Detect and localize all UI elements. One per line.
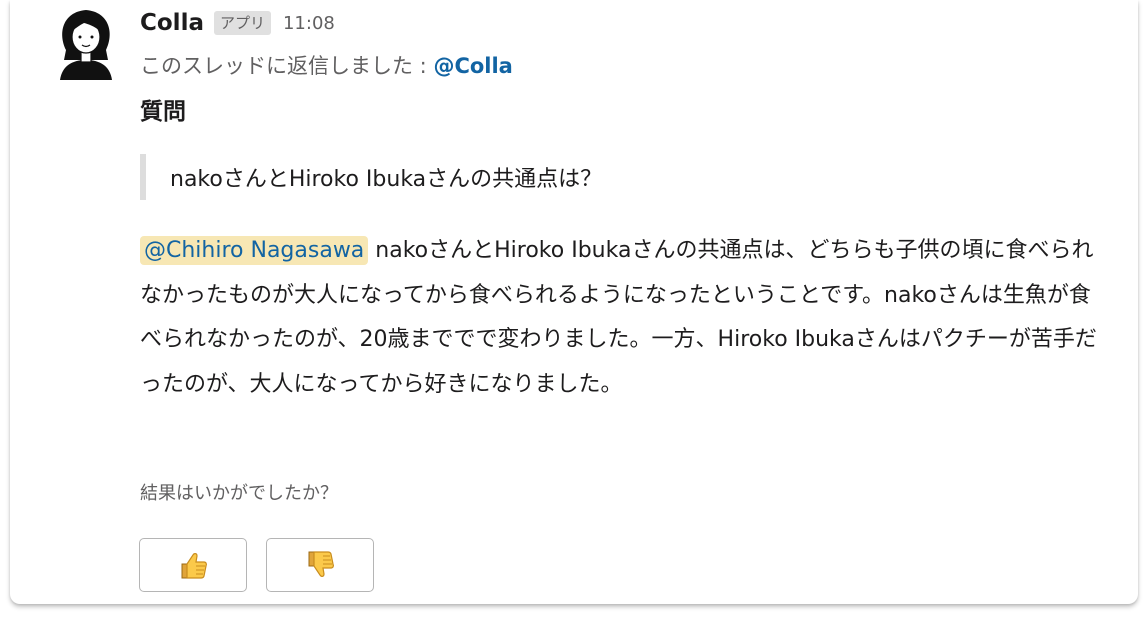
thumbs-down-icon: [308, 551, 334, 577]
thread-reply-text: このスレッドに返信しました :: [140, 54, 434, 78]
answer-text-block: @Chihiro Nagasawa nakoさんとHiroko Ibukaさんの…: [140, 229, 1110, 407]
thumbs-up-icon: [181, 553, 207, 579]
thumbs-down-button[interactable]: [266, 538, 374, 592]
thumbs-up-button[interactable]: [139, 538, 247, 592]
feedback-question: 結果はいかがでしたか？: [140, 483, 338, 504]
question-quote: nakoさんとHiroko Ibukaさんの共通点は？: [140, 154, 602, 200]
thread-reply-mention[interactable]: @Colla: [433, 54, 512, 78]
message-timestamp[interactable]: 11:08: [283, 13, 335, 34]
thread-reply-line: このスレッドに返信しました : @Colla: [140, 50, 513, 80]
avatar-icon[interactable]: [48, 4, 124, 80]
app-badge: アプリ: [213, 11, 271, 35]
quote-text: nakoさんとHiroko Ibukaさんの共通点は？: [170, 167, 603, 192]
user-mention[interactable]: @Chihiro Nagasawa: [140, 236, 369, 265]
sender-name[interactable]: Colla: [140, 10, 204, 36]
question-title: 質問: [140, 99, 186, 125]
message-header: Colla アプリ 11:08: [140, 6, 335, 40]
